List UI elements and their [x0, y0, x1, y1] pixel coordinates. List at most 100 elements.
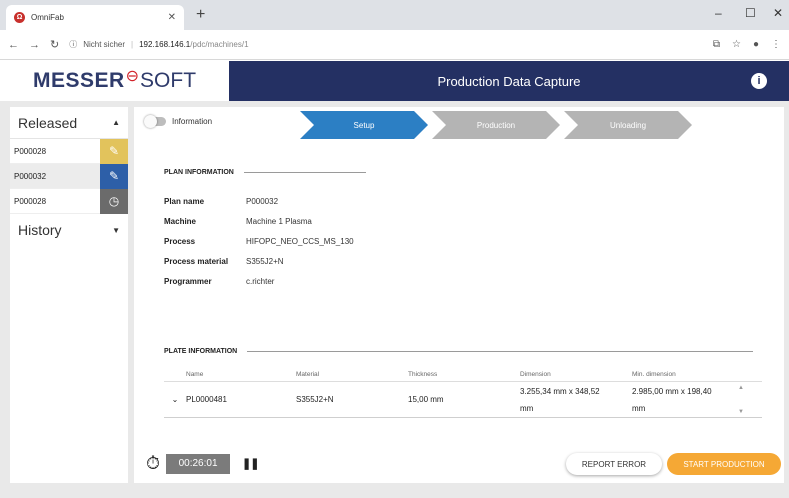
step-production[interactable]: Production	[432, 111, 560, 139]
table-scrollbar[interactable]: ▲ ▼	[732, 382, 750, 418]
caret-down-icon: ▼	[112, 225, 120, 235]
messer-soft-logo: MESSER ⊖ SOFT	[0, 61, 229, 101]
stopwatch-icon: ⏱	[146, 453, 161, 473]
history-label: History	[18, 222, 62, 238]
header-bar: Production Data Capture i	[229, 61, 789, 101]
section-title-text: PLAN INFORMATION	[164, 169, 234, 176]
reload-icon[interactable]: ↻	[50, 38, 59, 51]
field-value: HIFOPC_NEO_CCS_MS_130	[246, 236, 354, 246]
step-label: Unloading	[609, 120, 647, 130]
sidebar-item-label: P000028	[14, 196, 47, 206]
minimize-icon[interactable]: –	[715, 6, 722, 20]
info-icon[interactable]: i	[751, 73, 767, 89]
menu-dots-icon[interactable]: ⋮	[771, 39, 781, 50]
address-bar: ← → ↻ ⓘ Nicht sicher | 192.168.146.1 /pd…	[0, 30, 789, 60]
browser-tab[interactable]: Ω OmniFab ✕	[6, 5, 184, 30]
forward-icon[interactable]: →	[29, 39, 40, 51]
plate-name-cell: PL0000481	[186, 395, 227, 404]
sidebar-item-label: P000028	[14, 146, 47, 156]
toggle-label: Information	[172, 117, 213, 126]
report-error-button[interactable]: REPORT ERROR	[566, 453, 662, 475]
clock-icon: ◷	[100, 188, 128, 214]
information-toggle[interactable]: Information	[144, 115, 213, 128]
profile-icon[interactable]: ●	[753, 39, 759, 50]
step-label: Production	[476, 120, 516, 130]
logo-mark-icon: ⊖	[125, 68, 140, 85]
plan-field-row: Process HIFOPC_NEO_CCS_MS_130	[164, 231, 354, 251]
sidebar-item-label: P000032	[14, 171, 47, 181]
page-title: Production Data Capture	[437, 73, 581, 89]
released-label: Released	[18, 114, 78, 131]
plate-min-dimension-cell: 2.985,00 mm x 198,40 mm	[632, 386, 712, 413]
expand-chevron-icon[interactable]: ⌄	[164, 395, 186, 404]
omnifab-favicon-icon: Ω	[14, 12, 25, 23]
step-unloading[interactable]: Unloading	[564, 111, 692, 139]
field-key: Process material	[164, 256, 229, 266]
section-title-text: PLATE INFORMATION	[164, 348, 238, 355]
close-window-icon[interactable]: ✕	[773, 6, 783, 20]
main-panel: Information Setup Production Unloading P…	[134, 107, 784, 483]
plate-table: Name Material Thickness Dimension Min. d…	[164, 368, 762, 418]
plate-dimension-cell: 3.255,34 mm x 348,52 mm	[520, 386, 600, 413]
close-tab-icon[interactable]: ✕	[168, 12, 176, 23]
timer-controls: ⏱ 00:26:01 ❚❚	[146, 453, 260, 474]
content-area: Released ▲ P000028 ✎ P000032 ✎ P000028 ◷…	[0, 101, 789, 498]
sidebar-item-p000028[interactable]: P000028 ✎	[10, 138, 128, 164]
translate-icon[interactable]: ⧉	[713, 39, 720, 50]
tab-title: OmniFab	[31, 13, 64, 22]
production-timer: 00:26:01	[166, 453, 231, 474]
plate-information-title: PLATE INFORMATION	[164, 348, 754, 355]
field-key: Plan name	[164, 196, 205, 206]
field-value: Machine 1 Plasma	[246, 216, 312, 226]
column-header: Thickness	[408, 371, 438, 378]
section-divider	[247, 351, 754, 352]
released-section-header[interactable]: Released ▲	[10, 107, 128, 139]
section-divider	[243, 172, 366, 173]
maximize-icon[interactable]: ☐	[745, 6, 756, 20]
sidebar-item-p000028-history[interactable]: P000028 ◷	[10, 188, 128, 214]
field-key: Process	[164, 236, 196, 246]
step-setup[interactable]: Setup	[300, 111, 428, 139]
field-key: Machine	[164, 216, 197, 226]
url-field[interactable]: ⓘ Nicht sicher | 192.168.146.1 /pdc/mach…	[69, 39, 248, 50]
bookmark-star-icon[interactable]: ☆	[732, 39, 741, 50]
plan-field-row: Process material S355J2+N	[164, 251, 354, 271]
sidebar-item-p000032[interactable]: P000032 ✎	[10, 163, 128, 189]
column-header: Material	[296, 371, 320, 378]
plan-field-row: Plan name P000032	[164, 191, 354, 211]
logo-messer-text: MESSER	[32, 69, 125, 92]
field-key: Programmer	[164, 276, 212, 286]
new-tab-icon[interactable]: +	[196, 6, 205, 24]
sidebar: Released ▲ P000028 ✎ P000032 ✎ P000028 ◷…	[10, 107, 128, 483]
browser-tab-bar: Ω OmniFab ✕ + – ☐ ✕	[0, 0, 789, 30]
table-header: Name Material Thickness Dimension Min. d…	[164, 368, 762, 382]
plan-information-title: PLAN INFORMATION	[164, 169, 366, 176]
column-header: Min. dimension	[632, 371, 676, 378]
app-header: MESSER ⊖ SOFT Production Data Capture i	[0, 61, 789, 101]
tools-icon: ✎	[100, 138, 128, 164]
url-host: 192.168.146.1	[139, 40, 191, 49]
plate-material-cell: S355J2+N	[296, 395, 334, 404]
plan-field-row: Machine Machine 1 Plasma	[164, 211, 354, 231]
table-row[interactable]: ⌄ PL0000481 S355J2+N 15,00 mm 3.255,34 m…	[164, 382, 762, 418]
logo-soft-text: SOFT	[140, 69, 197, 92]
plan-field-row: Programmer c.richter	[164, 271, 354, 291]
plate-thickness-cell: 15,00 mm	[408, 395, 444, 404]
url-separator: |	[131, 40, 134, 49]
field-value: c.richter	[246, 276, 275, 286]
security-label: Nicht sicher	[83, 40, 126, 49]
toggle-switch[interactable]	[144, 115, 166, 128]
plan-information-list: Plan name P000032 Machine Machine 1 Plas…	[164, 191, 354, 291]
start-production-button[interactable]: START PRODUCTION	[667, 453, 781, 475]
column-header: Dimension	[520, 371, 551, 378]
history-section-header[interactable]: History ▼	[10, 214, 128, 246]
caret-up-icon: ▲	[112, 118, 120, 127]
info-circle-icon[interactable]: ⓘ	[69, 39, 77, 50]
tools-icon: ✎	[100, 163, 128, 189]
field-value: S355J2+N	[246, 256, 284, 266]
pause-icon[interactable]: ❚❚	[242, 457, 259, 470]
back-icon[interactable]: ←	[8, 39, 19, 51]
url-path: /pdc/machines/1	[190, 40, 249, 49]
column-header: Name	[186, 371, 204, 378]
field-value: P000032	[246, 196, 279, 206]
